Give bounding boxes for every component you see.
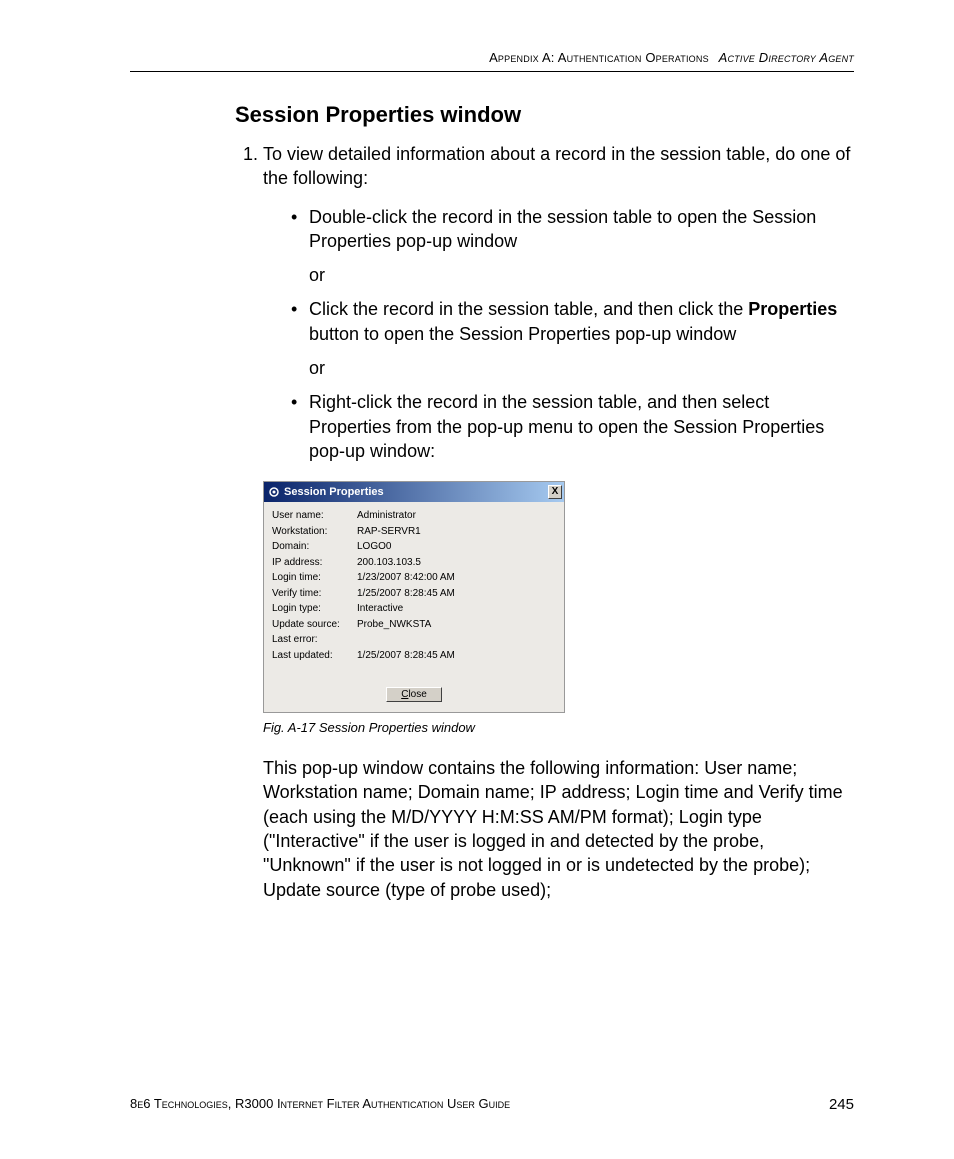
row-last-error: Last error:	[272, 632, 556, 648]
val-username: Administrator	[357, 509, 556, 523]
gear-icon	[268, 486, 280, 498]
bullet-2-post: button to open the Session Properties po…	[309, 324, 736, 344]
row-workstation: Workstation:RAP-SERVR1	[272, 524, 556, 540]
val-login-time: 1/23/2007 8:42:00 AM	[357, 571, 556, 585]
val-update-source: Probe_NWKSTA	[357, 618, 556, 632]
step-1-text: To view detailed information about a rec…	[263, 144, 850, 188]
bullet-3: Right-click the record in the session ta…	[291, 390, 854, 463]
figure-caption: Fig. A-17 Session Properties window	[263, 719, 854, 737]
lbl-login-type: Login type:	[272, 602, 357, 616]
dialog-close-x[interactable]: X	[548, 485, 562, 499]
dialog-footer: Close	[264, 673, 564, 711]
row-ip: IP address:200.103.103.5	[272, 555, 556, 571]
close-button[interactable]: Close	[386, 687, 442, 702]
dialog-title: Session Properties	[284, 485, 548, 500]
val-verify-time: 1/25/2007 8:28:45 AM	[357, 587, 556, 601]
or-2: or	[309, 356, 854, 380]
bullet-1-text: Double-click the record in the session t…	[309, 207, 816, 251]
val-workstation: RAP-SERVR1	[357, 525, 556, 539]
lbl-update-source: Update source:	[272, 618, 357, 632]
section-title: Session Properties window	[235, 102, 854, 128]
row-username: User name:Administrator	[272, 508, 556, 524]
page-number: 245	[829, 1096, 854, 1113]
row-last-updated: Last updated:1/25/2007 8:28:45 AM	[272, 648, 556, 664]
row-domain: Domain:LOGO0	[272, 539, 556, 555]
lbl-workstation: Workstation:	[272, 525, 357, 539]
row-update-source: Update source:Probe_NWKSTA	[272, 617, 556, 633]
bullet-list: Double-click the record in the session t…	[263, 205, 854, 464]
lbl-login-time: Login time:	[272, 571, 357, 585]
content-area: Session Properties window To view detail…	[235, 102, 854, 902]
row-verify-time: Verify time:1/25/2007 8:28:45 AM	[272, 586, 556, 602]
lbl-domain: Domain:	[272, 540, 357, 554]
header-section: Appendix A: Authentication Operations	[489, 50, 709, 65]
bullet-2-pre: Click the record in the session table, a…	[309, 299, 748, 319]
lbl-username: User name:	[272, 509, 357, 523]
page-footer: 8e6 Technologies, R3000 Internet Filter …	[130, 1096, 854, 1113]
footer-text: 8e6 Technologies, R3000 Internet Filter …	[130, 1096, 510, 1113]
row-login-time: Login time:1/23/2007 8:42:00 AM	[272, 570, 556, 586]
val-last-updated: 1/25/2007 8:28:45 AM	[357, 649, 556, 663]
session-properties-dialog: Session Properties X User name:Administr…	[263, 481, 565, 712]
body-paragraph: This pop-up window contains the followin…	[263, 756, 854, 902]
step-list: To view detailed information about a rec…	[235, 142, 854, 902]
header-subsection: Active Directory Agent	[719, 50, 854, 65]
dialog-body: User name:Administrator Workstation:RAP-…	[264, 502, 564, 673]
lbl-verify-time: Verify time:	[272, 587, 357, 601]
close-button-rest: lose	[408, 689, 426, 700]
val-last-error	[357, 633, 556, 647]
page-header: Appendix A: Authentication Operations Ac…	[130, 50, 854, 72]
lbl-last-updated: Last updated:	[272, 649, 357, 663]
bullet-2-bold: Properties	[748, 299, 837, 319]
bullet-1: Double-click the record in the session t…	[291, 205, 854, 288]
lbl-ip: IP address:	[272, 556, 357, 570]
val-domain: LOGO0	[357, 540, 556, 554]
row-login-type: Login type:Interactive	[272, 601, 556, 617]
step-1: To view detailed information about a rec…	[263, 142, 854, 902]
or-1: or	[309, 263, 854, 287]
val-login-type: Interactive	[357, 602, 556, 616]
dialog-titlebar: Session Properties X	[264, 482, 564, 502]
figure: Session Properties X User name:Administr…	[263, 481, 854, 736]
val-ip: 200.103.103.5	[357, 556, 556, 570]
bullet-2: Click the record in the session table, a…	[291, 297, 854, 380]
lbl-last-error: Last error:	[272, 633, 357, 647]
bullet-3-text: Right-click the record in the session ta…	[309, 392, 824, 461]
